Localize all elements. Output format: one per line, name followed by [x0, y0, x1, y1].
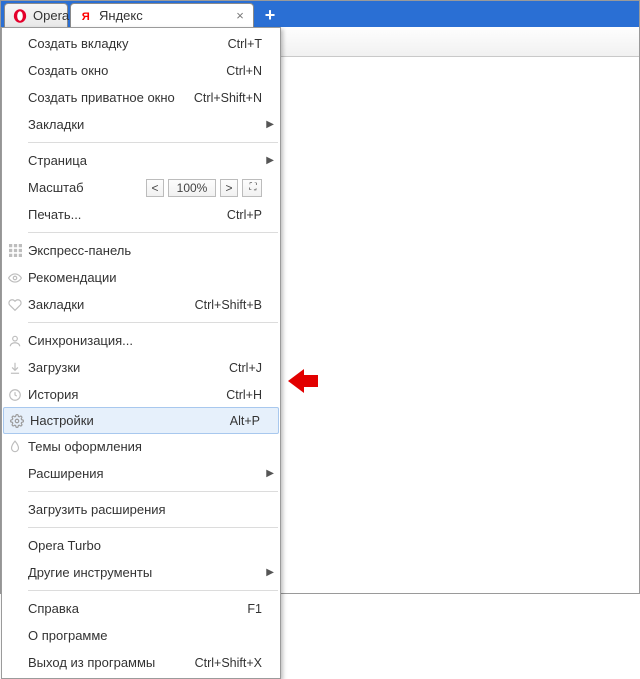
menu-new-window[interactable]: Создать окно Ctrl+N [2, 57, 280, 84]
opera-menu-tab-label: Opera [33, 8, 69, 23]
menu-help-accel: F1 [247, 602, 262, 616]
menu-print-label: Печать... [28, 207, 227, 222]
menu-get-extensions-label: Загрузить расширения [28, 502, 262, 517]
submenu-arrow-icon: ▶ [266, 155, 274, 166]
menu-about-label: О программе [28, 628, 262, 643]
menu-bookmarks-label: Закладки [28, 297, 195, 312]
zoom-fullscreen-button[interactable]: ⛶ [242, 179, 262, 197]
menu-history-label: История [28, 387, 226, 402]
menu-themes-label: Темы оформления [28, 439, 262, 454]
menu-separator [28, 232, 278, 233]
menu-opera-turbo[interactable]: Opera Turbo [2, 532, 280, 559]
page-tab[interactable]: Я Яндекс × [70, 3, 254, 27]
menu-recommendations[interactable]: Рекомендации [2, 264, 280, 291]
zoom-value: 100% [168, 179, 216, 197]
menu-new-tab-label: Создать вкладку [28, 36, 228, 51]
menu-get-extensions[interactable]: Загрузить расширения [2, 496, 280, 523]
page-tab-label: Яндекс [99, 8, 143, 23]
menu-opera-turbo-label: Opera Turbo [28, 538, 262, 553]
menu-new-window-label: Создать окно [28, 63, 226, 78]
menu-settings-label: Настройки [30, 413, 230, 428]
menu-new-window-accel: Ctrl+N [226, 64, 262, 78]
menu-zoom-label: Масштаб [28, 180, 146, 195]
menu-settings-accel: Alt+P [230, 414, 260, 428]
menu-extensions-sub-label: Расширения [28, 466, 262, 481]
menu-new-tab[interactable]: Создать вкладку Ctrl+T [2, 30, 280, 57]
submenu-arrow-icon: ▶ [266, 468, 274, 479]
menu-new-private[interactable]: Создать приватное окно Ctrl+Shift+N [2, 84, 280, 111]
opera-logo-icon [13, 9, 27, 23]
user-icon [2, 334, 28, 348]
menu-speed-dial[interactable]: Экспресс-панель [2, 237, 280, 264]
yandex-logo-icon: Я [79, 9, 93, 23]
menu-print-accel: Ctrl+P [227, 208, 262, 222]
history-icon [2, 388, 28, 402]
gear-icon [4, 414, 30, 428]
download-icon [2, 361, 28, 375]
menu-downloads-accel: Ctrl+J [229, 361, 262, 375]
menu-about[interactable]: О программе [2, 622, 280, 649]
menu-page-sub-label: Страница [28, 153, 262, 168]
menu-new-private-label: Создать приватное окно [28, 90, 194, 105]
menu-bookmarks-accel: Ctrl+Shift+B [195, 298, 262, 312]
eye-icon [2, 271, 28, 285]
menu-downloads[interactable]: Загрузки Ctrl+J [2, 354, 280, 381]
menu-history-accel: Ctrl+H [226, 388, 262, 402]
menu-separator [28, 491, 278, 492]
menu-more-tools[interactable]: Другие инструменты ▶ [2, 559, 280, 586]
zoom-in-button[interactable]: > [220, 179, 238, 197]
menu-exit[interactable]: Выход из программы Ctrl+Shift+X [2, 649, 280, 676]
menu-separator [28, 527, 278, 528]
menu-help[interactable]: Справка F1 [2, 595, 280, 622]
new-tab-button[interactable]: + [260, 6, 280, 25]
menu-zoom-row: Масштаб < 100% > ⛶ [2, 174, 280, 201]
menu-bookmarks-sub[interactable]: Закладки ▶ [2, 111, 280, 138]
menu-settings[interactable]: Настройки Alt+P [3, 407, 279, 434]
opera-main-menu: Создать вкладку Ctrl+T Создать окно Ctrl… [1, 27, 281, 679]
menu-bookmarks-sub-label: Закладки [28, 117, 262, 132]
svg-text:Я: Я [82, 11, 90, 23]
menu-print[interactable]: Печать... Ctrl+P [2, 201, 280, 228]
opera-menu-tab[interactable]: Opera [4, 3, 68, 27]
menu-separator [28, 322, 278, 323]
menu-exit-label: Выход из программы [28, 655, 195, 670]
menu-separator [28, 590, 278, 591]
speed-dial-icon [2, 244, 28, 257]
menu-sync[interactable]: Синхронизация... [2, 327, 280, 354]
menu-page-sub[interactable]: Страница ▶ [2, 147, 280, 174]
menu-new-private-accel: Ctrl+Shift+N [194, 91, 262, 105]
menu-exit-accel: Ctrl+Shift+X [195, 656, 262, 670]
menu-sync-label: Синхронизация... [28, 333, 262, 348]
menu-recommendations-label: Рекомендации [28, 270, 262, 285]
menu-more-tools-label: Другие инструменты [28, 565, 262, 580]
zoom-out-button[interactable]: < [146, 179, 164, 197]
submenu-arrow-icon: ▶ [266, 119, 274, 130]
menu-history[interactable]: История Ctrl+H [2, 381, 280, 408]
close-icon[interactable]: × [233, 8, 247, 22]
menu-new-tab-accel: Ctrl+T [228, 37, 262, 51]
heart-icon [2, 298, 28, 312]
menu-downloads-label: Загрузки [28, 360, 229, 375]
menu-separator [28, 142, 278, 143]
menu-speed-dial-label: Экспресс-панель [28, 243, 262, 258]
menu-themes[interactable]: Темы оформления [2, 433, 280, 460]
menu-help-label: Справка [28, 601, 247, 616]
submenu-arrow-icon: ▶ [266, 567, 274, 578]
menu-extensions-sub[interactable]: Расширения ▶ [2, 460, 280, 487]
menu-bookmarks[interactable]: Закладки Ctrl+Shift+B [2, 291, 280, 318]
tab-strip: Opera Я Яндекс × + [1, 1, 639, 27]
droplet-icon [2, 440, 28, 454]
